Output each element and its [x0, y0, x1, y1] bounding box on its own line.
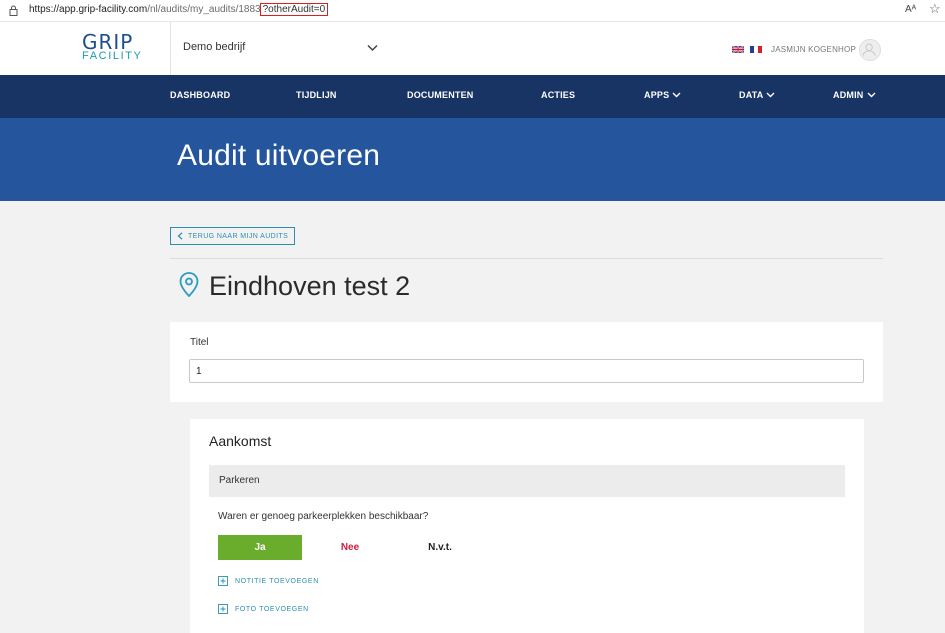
chevron-down-icon [672, 92, 681, 98]
nav-label: ACTIES [541, 90, 576, 100]
divider [170, 258, 883, 259]
fr-flag-icon[interactable] [750, 46, 762, 53]
logo-text-grip: GRIP [82, 30, 134, 54]
nav-item-documenten[interactable]: DOCUMENTEN [407, 90, 474, 100]
chevron-down-icon[interactable] [367, 44, 378, 52]
read-aloud-icon[interactable]: Aᴬ [905, 4, 916, 15]
browser-address-bar[interactable]: https://app.grip-facility.com/nl/audits/… [0, 0, 945, 22]
favorite-star-icon[interactable]: ☆ [929, 2, 941, 15]
nav-label: ADMIN [833, 90, 864, 100]
user-name[interactable]: JASMIJN KOGENHOP [771, 45, 856, 54]
back-button-label: TERUG NAAR MIJN AUDITS [188, 232, 289, 240]
subsection-header: Parkeren [209, 465, 845, 497]
section-card [190, 419, 864, 633]
nav-label: TIJDLIJN [296, 90, 337, 100]
plus-square-icon [218, 604, 228, 614]
nav-item-apps[interactable]: APPS [644, 90, 681, 100]
add-note-button[interactable]: NOTITIE TOEVOEGEN [218, 576, 319, 586]
section-title: Aankomst [209, 433, 272, 449]
add-photo-label: FOTO TOEVOEGEN [235, 605, 309, 613]
title-field-label: Titel [190, 337, 209, 348]
location-pin-icon [179, 272, 199, 298]
nav-item-admin[interactable]: ADMIN [833, 90, 876, 100]
add-note-label: NOTITIE TOEVOEGEN [235, 577, 319, 585]
user-icon [862, 43, 876, 56]
question-text: Waren er genoeg parkeerplekken beschikba… [218, 511, 429, 522]
nav-label: DOCUMENTEN [407, 90, 474, 100]
url-path: /nl/audits/my_audits/1883 [147, 4, 261, 15]
nav-label: APPS [644, 90, 670, 100]
url-host: https://app.grip-facility.com [29, 4, 148, 15]
answer-yes-button[interactable]: Ja [218, 535, 302, 560]
url-text[interactable]: https://app.grip-facility.com/nl/audits/… [29, 3, 329, 16]
page-banner [0, 118, 945, 201]
answer-no-button[interactable]: Nee [308, 535, 392, 560]
lock-icon [9, 5, 18, 16]
plus-square-icon [218, 576, 228, 586]
subsection-title: Parkeren [219, 475, 260, 486]
avatar[interactable] [859, 39, 881, 61]
title-input[interactable] [189, 359, 864, 383]
header-divider [170, 22, 171, 75]
nav-item-acties[interactable]: ACTIES [541, 90, 575, 100]
grip-facility-logo[interactable]: GRIP FACILITY [82, 30, 143, 63]
location-title: Eindhoven test 2 [209, 271, 411, 301]
nav-item-dashboard[interactable]: DASHBOARD [170, 90, 230, 100]
uk-flag-icon[interactable] [732, 46, 744, 53]
nav-item-data[interactable]: DATA [739, 90, 775, 100]
page-title: Audit uitvoeren [177, 139, 381, 172]
back-to-my-audits-button[interactable]: TERUG NAAR MIJN AUDITS [170, 227, 295, 245]
nav-label: DATA [739, 90, 764, 100]
answer-na-button[interactable]: N.v.t. [398, 535, 482, 560]
chevron-down-icon [766, 92, 775, 98]
company-selector-label[interactable]: Demo bedrijf [183, 41, 245, 53]
chevron-left-icon [177, 232, 183, 240]
nav-label: DASHBOARD [170, 90, 231, 100]
nav-item-tijdlijn[interactable]: TIJDLIJN [296, 90, 337, 100]
logo-text-facility: FACILITY [82, 50, 143, 62]
chevron-down-icon [867, 92, 875, 98]
url-query-highlight: ?otherAudit=0 [259, 3, 329, 16]
add-photo-button[interactable]: FOTO TOEVOEGEN [218, 604, 309, 614]
